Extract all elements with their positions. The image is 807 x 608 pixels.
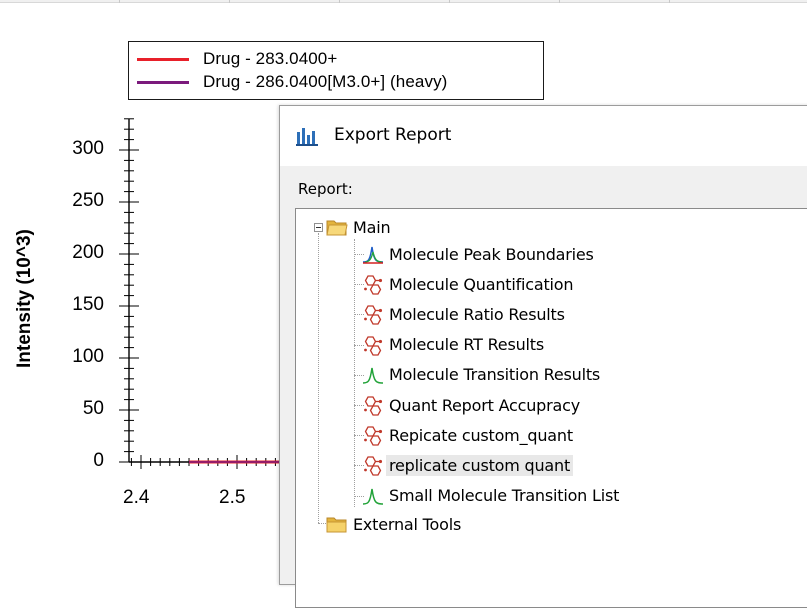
tree-node-molecule-transition-results[interactable]: Molecule Transition Results xyxy=(362,362,603,388)
y-tick-label: 250 xyxy=(72,190,104,211)
molecule-icon xyxy=(364,456,383,477)
legend-entry-light: Drug - 283.0400+ xyxy=(137,49,337,69)
y-tick-label: 50 xyxy=(82,398,104,419)
tree-connector xyxy=(354,239,355,507)
tree-node-label: Small Molecule Transition List xyxy=(389,486,620,506)
tree-node-molecule-ratio-results[interactable]: Molecule Ratio Results xyxy=(362,301,568,327)
legend-label-light: Drug - 283.0400+ xyxy=(203,49,338,68)
tree-node-label: Quant Report Accupracy xyxy=(389,395,580,415)
legend-swatch-light xyxy=(137,57,189,61)
tree-node-label: External Tools xyxy=(353,514,462,534)
report-tree[interactable]: Main Molecule Peak Boundaries Molecule Qu… xyxy=(295,208,807,608)
y-tick-label: 150 xyxy=(72,294,104,315)
molecule-icon xyxy=(364,335,383,356)
chart-legend: Drug - 283.0400+ Drug - 286.0400[M3.0+] … xyxy=(128,41,544,100)
y-tick-label: 200 xyxy=(72,242,104,263)
collapse-main-toggle[interactable] xyxy=(314,223,323,232)
transition-peak-icon xyxy=(362,367,384,384)
tree-node-quant-report-accupracy[interactable]: Quant Report Accupracy xyxy=(362,392,583,418)
molecule-icon xyxy=(364,275,383,295)
peak-boundaries-icon xyxy=(362,246,384,264)
molecule-icon xyxy=(364,305,383,326)
report-label: Report: xyxy=(298,180,353,198)
export-report-dialog: Export Report Report: Main Molecule Peak… xyxy=(279,105,807,608)
transition-peak-icon xyxy=(362,488,384,505)
folder-open-icon xyxy=(326,220,348,236)
molecule-icon xyxy=(364,426,383,446)
tree-node-label: Molecule Ratio Results xyxy=(389,304,565,324)
tree-node-molecule-rt-results[interactable]: Molecule RT Results xyxy=(362,332,547,358)
tree-node-molecule-peak-boundaries[interactable]: Molecule Peak Boundaries xyxy=(362,241,597,267)
dialog-title: Export Report xyxy=(334,125,452,145)
export-report-icon xyxy=(296,128,318,146)
y-tick-label: 0 xyxy=(93,450,104,471)
legend-entry-heavy: Drug - 286.0400[M3.0+] (heavy) xyxy=(137,72,447,92)
tree-node-label: Repicate custom_quant xyxy=(389,425,573,445)
dialog-titlebar[interactable]: Export Report xyxy=(280,106,807,166)
tree-node-label: Molecule Transition Results xyxy=(389,365,601,385)
legend-label-heavy: Drug - 286.0400[M3.0+] (heavy) xyxy=(203,72,448,91)
tree-node-label: Molecule Quantification xyxy=(389,274,574,294)
x-tick-label: 2.5 xyxy=(219,487,246,508)
tree-node-label: Molecule Peak Boundaries xyxy=(389,244,594,264)
tree-node-main[interactable]: Main xyxy=(326,214,393,240)
tree-node-label: Molecule RT Results xyxy=(389,335,544,355)
tree-node-small-molecule-transition-list[interactable]: Small Molecule Transition List xyxy=(362,483,622,509)
y-tick-label: 100 xyxy=(72,346,104,367)
folder-icon xyxy=(326,517,347,533)
tree-node-repicate-custom-quant[interactable]: Repicate custom_quant xyxy=(362,422,576,448)
tree-node-replicate-custom-quant[interactable]: replicate custom quant xyxy=(362,452,574,478)
tree-node-label: replicate custom quant xyxy=(386,454,574,476)
tree-connector xyxy=(318,233,319,523)
tree-node-label: Main xyxy=(353,217,391,237)
legend-swatch-heavy xyxy=(137,80,189,84)
chart-axes xyxy=(119,118,296,469)
x-tick-label: 2.4 xyxy=(123,487,150,508)
tree-node-external-tools[interactable]: External Tools xyxy=(326,511,464,537)
molecule-icon xyxy=(364,396,383,416)
y-axis-title: Intensity (10^3) xyxy=(14,229,35,368)
tree-node-molecule-quantification[interactable]: Molecule Quantification xyxy=(362,271,576,297)
y-tick-label: 300 xyxy=(72,138,104,159)
